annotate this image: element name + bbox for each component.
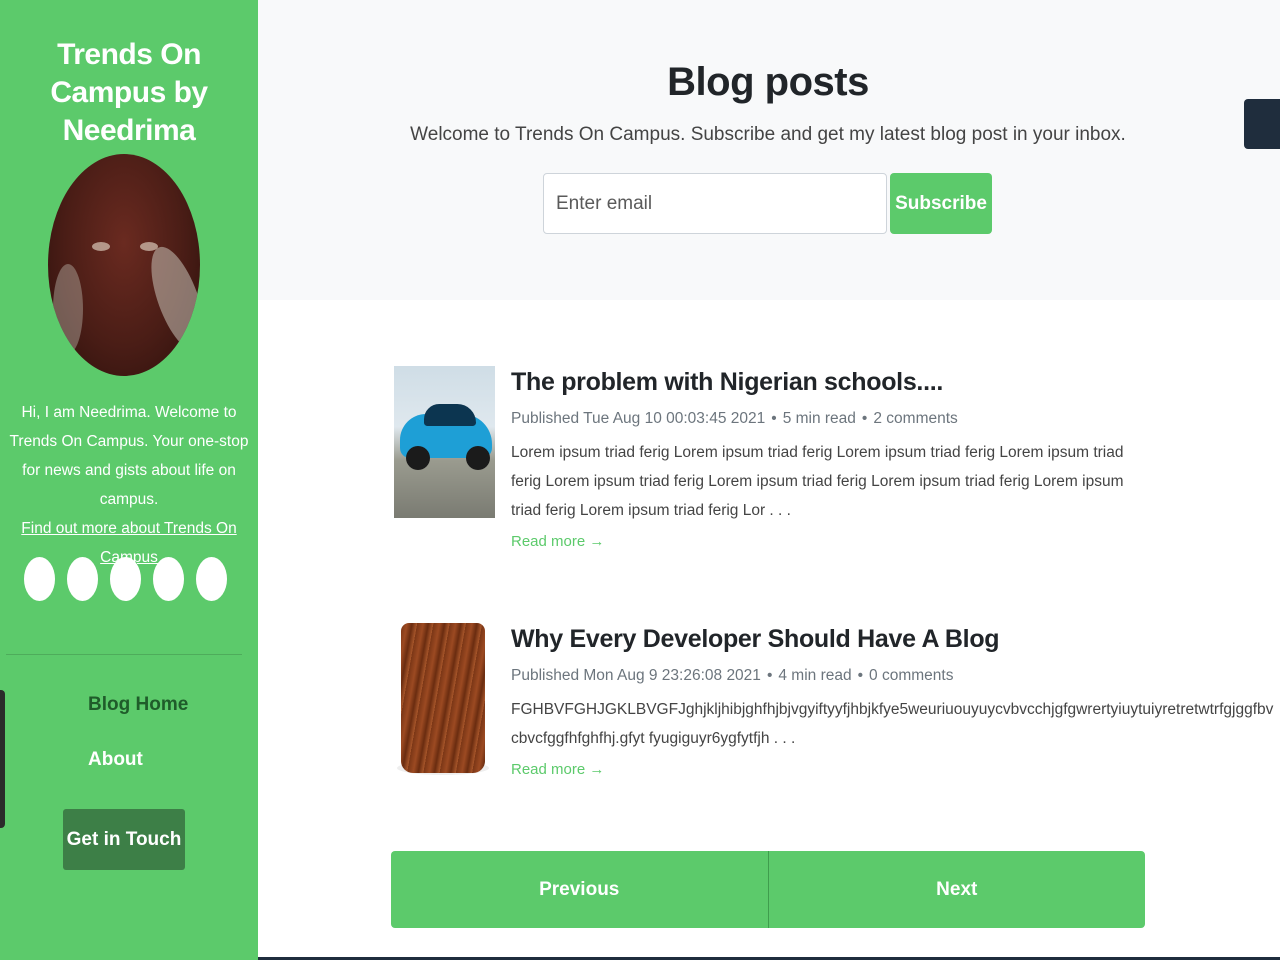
previous-button[interactable]: Previous — [391, 851, 769, 928]
social-icon[interactable] — [153, 557, 184, 601]
blog-header: Blog posts Welcome to Trends On Campus. … — [258, 0, 1280, 300]
avatar — [48, 154, 200, 376]
sidebar: Trends On Campus by Needrima Hi, I am Ne… — [0, 0, 258, 960]
sidebar-bio: Hi, I am Needrima. Welcome to Trends On … — [6, 398, 252, 572]
social-icon[interactable] — [67, 557, 98, 601]
nav-about[interactable]: About — [88, 749, 143, 771]
post-published: Published Mon Aug 9 23:26:08 2021 — [511, 667, 761, 684]
site-title[interactable]: Trends On Campus by Needrima — [0, 36, 258, 150]
social-icon[interactable] — [110, 557, 141, 601]
page-title: Blog posts — [667, 60, 869, 104]
social-icon[interactable] — [24, 557, 55, 601]
bio-text: Hi, I am Needrima. Welcome to Trends On … — [9, 404, 249, 508]
post-meta: Published Tue Aug 10 00:03:45 2021 • 5 min… — [511, 410, 958, 427]
post-meta: Published Mon Aug 9 23:26:08 2021 • 4 min … — [511, 667, 954, 684]
post-thumbnail[interactable] — [394, 366, 495, 518]
social-icon[interactable] — [196, 557, 227, 601]
page-subtitle: Welcome to Trends On Campus. Subscribe a… — [410, 124, 1126, 145]
social-links — [24, 557, 227, 601]
subscribe-button[interactable]: Subscribe — [890, 173, 992, 234]
post-read-time: 5 min read — [782, 410, 856, 427]
nav-blog-home[interactable]: Blog Home — [88, 694, 188, 716]
read-more-link[interactable]: Read more → — [511, 761, 604, 778]
email-field[interactable] — [543, 173, 887, 234]
post-excerpt: Lorem ipsum triad ferig Lorem ipsum tria… — [511, 444, 1124, 519]
post-read-time: 4 min read — [778, 667, 852, 684]
post-excerpt: FGHBVFGHJGKLBVGFJghjkljhibjghfhjbjvgyift… — [511, 701, 1274, 747]
sidebar-divider — [6, 654, 242, 655]
post-thumbnail[interactable] — [397, 623, 489, 775]
post-title[interactable]: Why Every Developer Should Have A Blog — [511, 625, 1000, 654]
post-published: Published Tue Aug 10 00:03:45 2021 — [511, 410, 766, 427]
next-button[interactable]: Next — [769, 851, 1146, 928]
get-in-touch-button[interactable]: Get in Touch — [63, 809, 185, 870]
post-title[interactable]: The problem with Nigerian schools.... — [511, 368, 943, 397]
post-comments[interactable]: 0 comments — [869, 667, 953, 684]
pagination: Previous Next — [391, 851, 1145, 928]
read-more-link[interactable]: Read more → — [511, 533, 604, 550]
corner-button[interactable] — [1244, 99, 1280, 149]
post-comments[interactable]: 2 comments — [873, 410, 957, 427]
side-tab[interactable] — [0, 690, 5, 828]
